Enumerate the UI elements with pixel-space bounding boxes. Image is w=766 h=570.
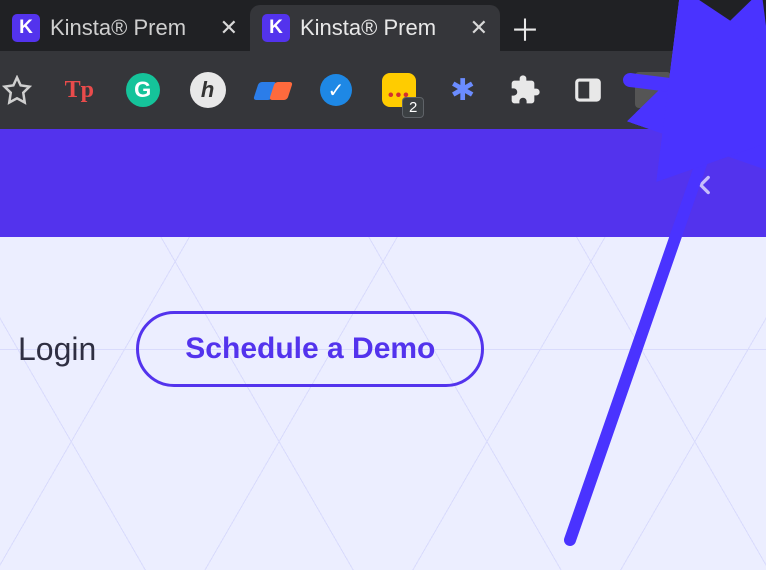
puzzle-icon	[509, 74, 541, 106]
browser-tab[interactable]: K Kinsta® Prem ✕	[0, 5, 250, 51]
tab-title: Kinsta® Prem	[50, 15, 210, 41]
extension-check[interactable]: ✓	[320, 72, 353, 108]
bookmark-star-icon[interactable]	[2, 73, 33, 107]
account-button[interactable]	[635, 72, 671, 108]
browser-tab-bar: K Kinsta® Prem ✕ K Kinsta® Prem ✕ ＋	[0, 0, 766, 51]
close-icon[interactable]: ✕	[470, 15, 488, 41]
chrome-menu-button[interactable]	[731, 72, 756, 108]
tab-title: Kinsta® Prem	[300, 15, 460, 41]
grammarly-icon: G	[126, 73, 160, 107]
honey-icon: h	[190, 72, 226, 108]
login-link[interactable]: Login	[18, 331, 96, 368]
cta-row: Login Schedule a Demo	[18, 311, 484, 387]
page-body: Login Schedule a Demo	[0, 237, 766, 570]
browser-tab[interactable]: K Kinsta® Prem ✕	[250, 5, 500, 51]
checkmark-icon: ✓	[320, 74, 352, 106]
extensions-button[interactable]	[509, 72, 542, 108]
schedule-demo-button[interactable]: Schedule a Demo	[136, 311, 484, 387]
extension-grammarly[interactable]: G	[126, 72, 160, 108]
extension-lastpass[interactable]: ••• 2	[382, 72, 416, 108]
extension-honey[interactable]: h	[190, 72, 226, 108]
tab-overflow-button[interactable]	[706, 5, 766, 51]
kebab-dot	[740, 87, 746, 93]
extension-loader[interactable]: ✱	[446, 72, 479, 108]
kebab-dot	[740, 76, 746, 82]
chevron-left-icon[interactable]	[692, 165, 718, 215]
account-avatar	[635, 72, 671, 108]
side-panel-icon	[573, 75, 603, 105]
browser-toolbar: Tp G h ✓ ••• 2 ✱	[0, 51, 766, 129]
background-grid	[0, 237, 766, 570]
side-panel-button[interactable]	[572, 72, 605, 108]
extension-swoosh[interactable]	[256, 72, 290, 108]
chevron-down-icon	[723, 15, 749, 41]
swoosh-icon	[256, 80, 290, 100]
extension-badge: 2	[402, 97, 424, 118]
close-icon[interactable]: ✕	[220, 15, 238, 41]
kinsta-favicon: K	[262, 14, 290, 42]
kebab-dot	[740, 98, 746, 104]
loader-icon: ✱	[450, 73, 475, 108]
extension-tp[interactable]: Tp	[63, 72, 96, 108]
new-tab-button[interactable]: ＋	[500, 5, 550, 51]
site-header-band	[0, 129, 766, 237]
tp-icon: Tp	[65, 77, 94, 104]
kinsta-favicon: K	[12, 14, 40, 42]
